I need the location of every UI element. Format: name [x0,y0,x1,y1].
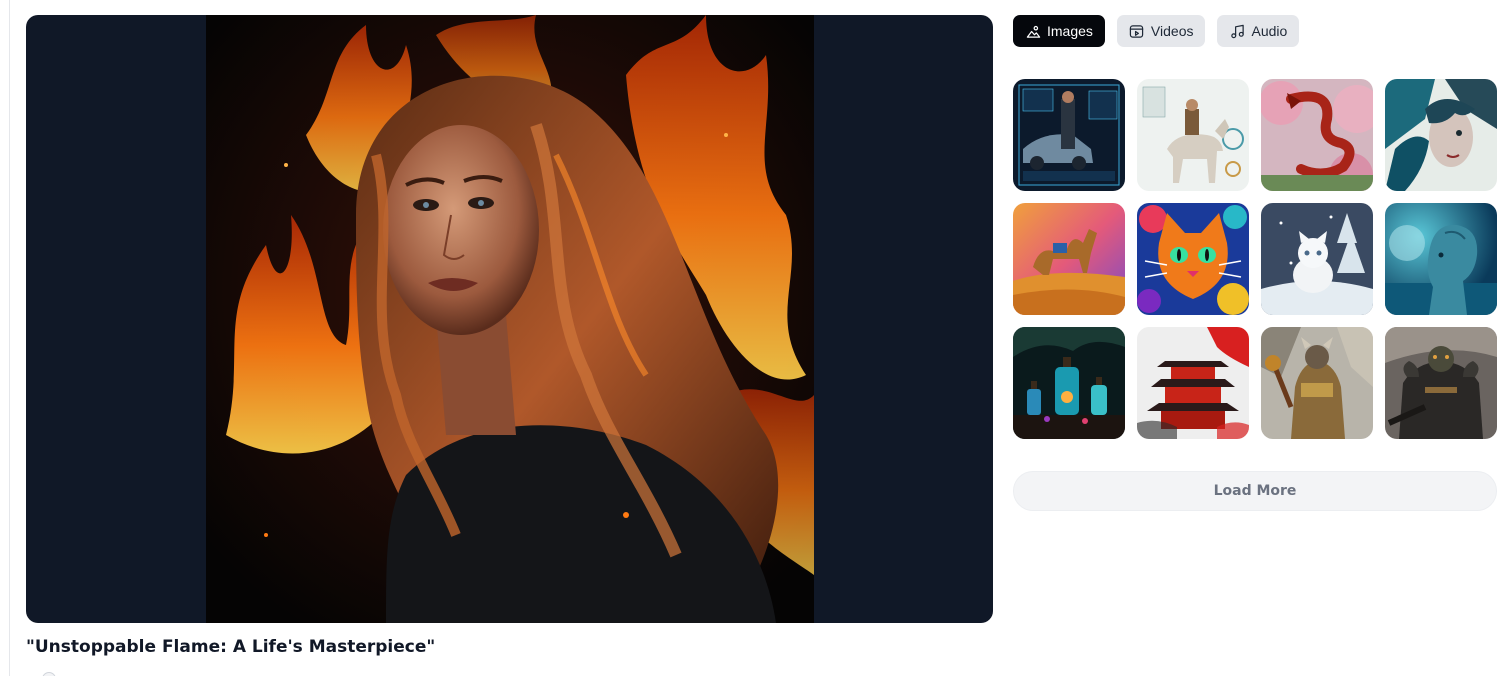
tab-audio[interactable]: Audio [1217,15,1300,47]
image-viewer [26,15,993,623]
tab-images-label: Images [1047,23,1093,39]
video-icon [1129,23,1145,39]
thumbnail-red-pagoda[interactable] [1137,327,1249,439]
thumbnail-blue-alien[interactable] [1385,203,1497,315]
thumbnail-knight-horse[interactable] [1137,79,1249,191]
tab-audio-label: Audio [1251,23,1288,39]
image-icon [1025,23,1041,39]
author-avatar[interactable] [42,672,56,676]
thumbnail-dark-orc[interactable] [1385,327,1497,439]
thumbnail-grid [1013,79,1497,439]
thumbnail-camel-desert[interactable] [1013,203,1125,315]
page-divider [9,0,10,676]
main-artwork[interactable] [206,15,814,623]
music-note-icon [1229,23,1245,39]
thumbnail-potion-bottles[interactable] [1013,327,1125,439]
thumbnail-red-dragon[interactable] [1261,79,1373,191]
tab-videos-label: Videos [1150,23,1194,39]
load-more-button[interactable]: Load More [1013,471,1497,511]
tab-images[interactable]: Images [1013,15,1105,47]
tab-videos[interactable]: Videos [1116,15,1206,47]
thumbnail-armored-warrior[interactable] [1261,327,1373,439]
thumbnail-cyberpunk-car[interactable] [1013,79,1125,191]
artwork-title: "Unstoppable Flame: A Life's Masterpiece… [26,637,436,657]
thumbnail-teal-portrait[interactable] [1385,79,1497,191]
thumbnail-psychedelic-cat[interactable] [1137,203,1249,315]
thumbnail-snow-kitten[interactable] [1261,203,1373,315]
media-type-tabs: Images Videos Audio [1013,15,1300,47]
